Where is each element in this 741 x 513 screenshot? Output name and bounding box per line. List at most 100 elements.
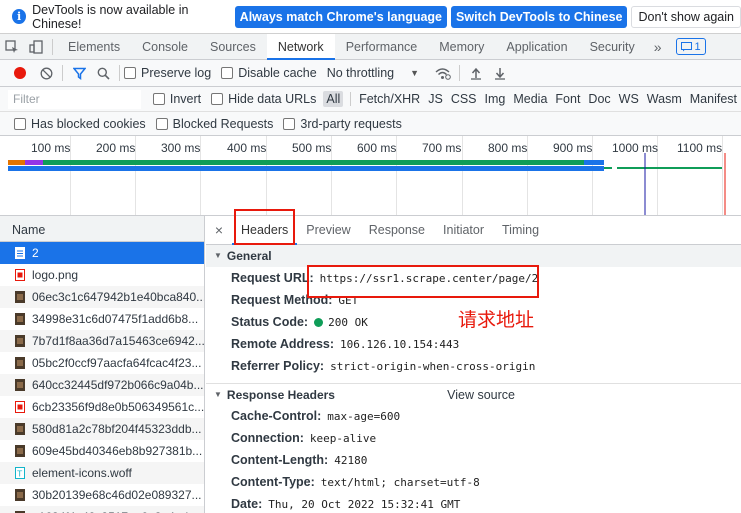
record-icon[interactable] <box>14 67 26 79</box>
third-party-requests-checkbox[interactable]: 3rd-party requests <box>283 117 402 131</box>
filter-icon[interactable] <box>67 62 91 84</box>
request-rows: 2 logo.png 06ec3c1c647942b1e40bca840... 349… <box>0 242 204 513</box>
filter-type-font[interactable]: Font <box>551 92 584 106</box>
invert-checkbox[interactable]: Invert <box>152 92 202 106</box>
info-icon: i <box>12 9 27 24</box>
request-row[interactable]: 30b20139e68c46d02e089327... <box>0 484 204 506</box>
blocked-requests-checkbox[interactable]: Blocked Requests <box>155 117 273 131</box>
remote-address-row: Remote Address: 106.126.10.154:443 <box>206 333 741 355</box>
response-headers-section-header[interactable]: ▼ Response Headers View source <box>206 383 741 405</box>
timeline-bar-img <box>43 160 603 165</box>
checkbox-box <box>283 117 296 130</box>
filter-type-js[interactable]: JS <box>424 92 447 106</box>
header-value: text/html; charset=utf-8 <box>320 475 480 489</box>
tab-sources[interactable]: Sources <box>199 34 267 60</box>
network-toolbar: Preserve log Disable cache No throttling… <box>0 60 741 87</box>
filter-type-media[interactable]: Media <box>509 92 551 106</box>
request-name: 30b20139e68c46d02e089327... <box>32 488 202 502</box>
image-file-icon <box>15 445 25 457</box>
network-conditions-icon[interactable] <box>431 62 455 84</box>
switch-to-chinese-button[interactable]: Switch DevTools to Chinese <box>451 5 628 28</box>
request-row[interactable]: 609e45bd40346eb8b927381b... <box>0 440 204 462</box>
request-name: 05bc2f0ccf97aacfa64fcac4f23... <box>32 356 202 370</box>
disable-cache-checkbox[interactable]: Disable cache <box>221 66 317 80</box>
invert-label: Invert <box>169 92 202 106</box>
request-row[interactable]: a1634f4e49c8517ae0a3e4adc... <box>0 506 204 513</box>
filter-type-doc[interactable]: Doc <box>584 92 614 106</box>
issues-badge[interactable]: 1 <box>675 38 706 55</box>
request-row[interactable]: 7b7d1f8aa36d7a15463ce6942... <box>0 330 204 352</box>
request-row[interactable]: Telement-icons.woff <box>0 462 204 484</box>
filter-type-fetch-xhr[interactable]: Fetch/XHR <box>355 92 424 106</box>
status-code-value: 200 OK <box>328 315 368 329</box>
request-row[interactable]: 580d81a2c78bf204f45323ddb... <box>0 418 204 440</box>
banner-message: DevTools is now available in Chinese! <box>32 2 189 31</box>
language-banner: i DevTools is now available in Chinese! … <box>0 0 741 34</box>
request-row[interactable]: 06ec3c1c647942b1e40bca840... <box>0 286 204 308</box>
search-icon[interactable] <box>91 62 115 84</box>
tab-console[interactable]: Console <box>131 34 199 60</box>
export-har-icon[interactable] <box>488 62 512 84</box>
remote-address-value: 106.126.10.154:443 <box>340 337 460 351</box>
filter-type-img[interactable]: Img <box>481 92 510 106</box>
tab-application[interactable]: Application <box>495 34 578 60</box>
close-icon[interactable]: × <box>206 222 232 238</box>
image-file-icon <box>15 423 25 435</box>
name-column-header[interactable]: Name <box>0 216 204 242</box>
tab-initiator[interactable]: Initiator <box>434 216 493 245</box>
hide-data-urls-checkbox[interactable]: Hide data URLs <box>211 92 316 106</box>
tab-elements[interactable]: Elements <box>57 34 131 60</box>
header-value: Thu, 20 Oct 2022 15:32:41 GMT <box>268 497 461 511</box>
issues-count: 1 <box>694 40 701 53</box>
filter-type-ws[interactable]: WS <box>615 92 643 106</box>
expand-triangle-icon: ▼ <box>214 389 222 399</box>
tab-memory[interactable]: Memory <box>428 34 495 60</box>
view-source-link[interactable]: View source <box>447 384 515 406</box>
request-row[interactable]: 6cb23356f9d8e0b506349561c... <box>0 396 204 418</box>
tabbar-divider <box>52 38 53 55</box>
general-section-header[interactable]: ▼ General <box>206 245 741 267</box>
match-language-button[interactable]: Always match Chrome's language <box>234 5 448 28</box>
referrer-policy-value: strict-origin-when-cross-origin <box>330 359 536 373</box>
network-overview-timeline[interactable]: 100 ms 200 ms 300 ms 400 ms 500 ms 600 m… <box>0 136 741 216</box>
request-name: 640cc32445df972b066c9a04b... <box>32 378 204 392</box>
request-url-annotation: 请求地址 <box>458 309 535 331</box>
device-toolbar-icon[interactable] <box>24 34 48 60</box>
timeline-bar-green-short <box>604 167 612 169</box>
request-row[interactable]: 05bc2f0ccf97aacfa64fcac4f23... <box>0 352 204 374</box>
request-row[interactable]: 640cc32445df972b066c9a04b... <box>0 374 204 396</box>
tab-timing[interactable]: Timing <box>493 216 548 245</box>
request-row[interactable]: 34998e31c6d07475f1add6b8... <box>0 308 204 330</box>
filter-input[interactable]: Filter <box>8 89 141 109</box>
dont-show-again-button[interactable]: Don't show again <box>631 5 741 28</box>
more-tabs-button[interactable]: » <box>646 39 670 55</box>
filter-type-css[interactable]: CSS <box>447 92 481 106</box>
response-header-row: Content-Length: 42180 <box>206 449 741 471</box>
tab-performance[interactable]: Performance <box>335 34 429 60</box>
inspect-element-icon[interactable] <box>0 34 24 60</box>
tab-security[interactable]: Security <box>579 34 646 60</box>
filter-type-all[interactable]: All <box>323 91 344 107</box>
image-file-icon <box>15 379 25 391</box>
import-har-icon[interactable] <box>464 62 488 84</box>
header-value: keep-alive <box>309 431 377 445</box>
request-row[interactable]: logo.png <box>0 264 204 286</box>
tab-network[interactable]: Network <box>266 33 335 60</box>
checkbox-box <box>221 67 234 79</box>
request-name: 06ec3c1c647942b1e40bca840... <box>32 290 204 304</box>
header-value: 42180 <box>334 453 368 467</box>
tab-response[interactable]: Response <box>360 216 434 245</box>
preserve-log-checkbox[interactable]: Preserve log <box>124 66 211 80</box>
header-key: Cache-Control: <box>231 409 322 423</box>
response-header-row: Cache-Control: max-age=600 <box>206 405 741 427</box>
throttling-select[interactable]: No throttling ▼ <box>327 66 419 80</box>
clear-icon[interactable] <box>34 62 58 84</box>
request-row-selected[interactable]: 2 <box>0 242 204 264</box>
filter-type-manifest[interactable]: Manifest <box>686 92 741 106</box>
tab-preview[interactable]: Preview <box>297 216 359 245</box>
header-key: Connection: <box>231 431 304 445</box>
timeline-bar-blue-tail <box>584 160 604 165</box>
filter-type-wasm[interactable]: Wasm <box>643 92 686 106</box>
has-blocked-cookies-checkbox[interactable]: Has blocked cookies <box>14 117 146 131</box>
image-file-icon <box>15 401 25 413</box>
